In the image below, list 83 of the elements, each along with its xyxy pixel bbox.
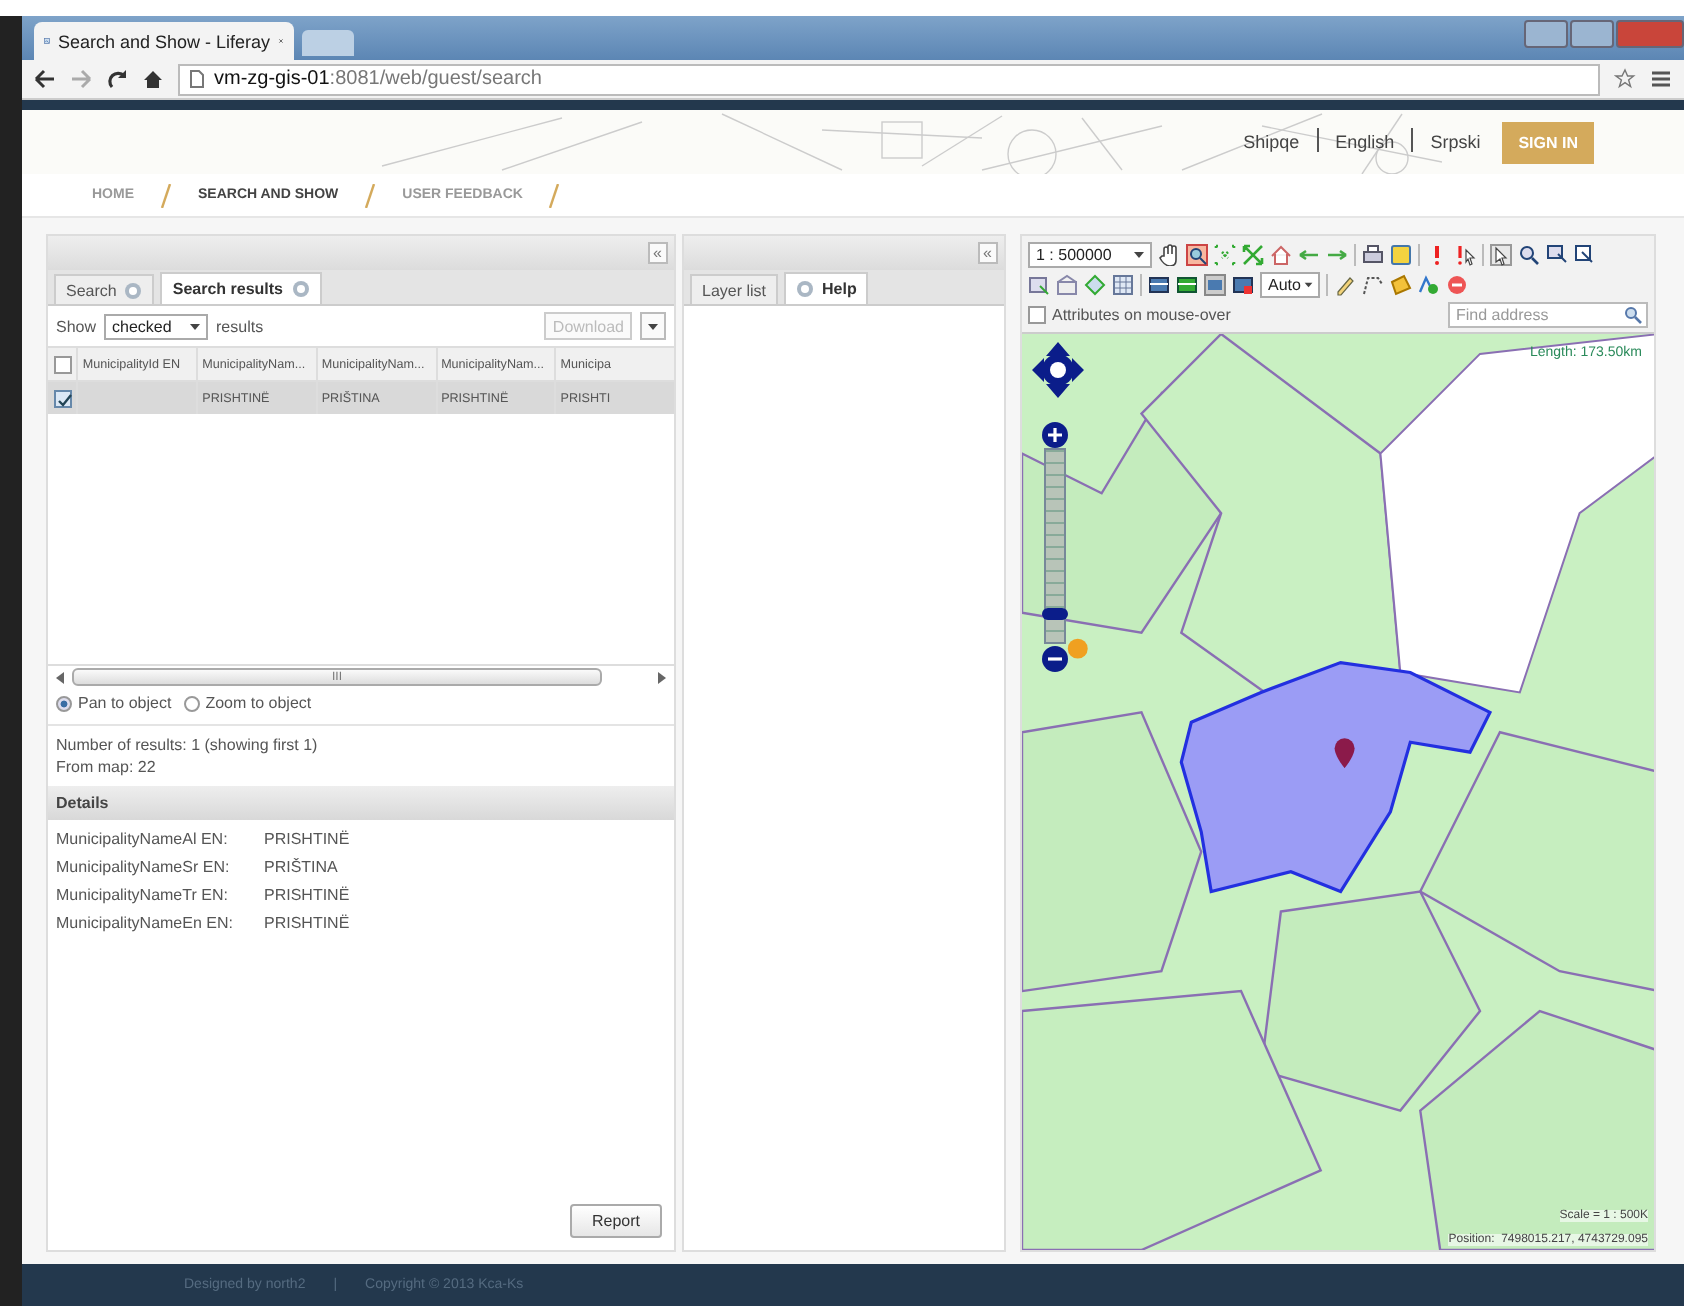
collapse-button[interactable]: « (977, 242, 998, 264)
url-text: vm-zg-gis-01:8081/web/guest/search (214, 68, 542, 90)
window-cursor-icon[interactable] (1546, 243, 1568, 265)
search-icon[interactable] (1624, 305, 1642, 323)
show-label: Show (56, 317, 97, 335)
grid-icon[interactable] (1112, 273, 1134, 295)
field-value: PRIŠTINA (264, 858, 338, 876)
show-dropdown[interactable]: checked (104, 313, 209, 339)
summary-text: Number of results: 1 (showing first 1) (56, 736, 320, 754)
page-icon (188, 70, 206, 88)
details-header: Details (48, 786, 674, 820)
layer-stack-icon[interactable] (1232, 273, 1254, 295)
window-cursor-icon[interactable] (1574, 243, 1596, 265)
pencil-icon[interactable] (1334, 273, 1356, 295)
field-label: MunicipalityNameAl EN: (56, 830, 230, 848)
reload-icon[interactable] (106, 68, 128, 90)
slider-thumb[interactable] (1042, 607, 1068, 620)
summary-text: From map: 22 (56, 758, 158, 776)
layer-stack-icon[interactable] (1148, 273, 1170, 295)
collapse-button[interactable]: « (647, 242, 668, 264)
polygon-icon[interactable] (1390, 273, 1412, 295)
field-label: MunicipalityNameEn EN: (56, 914, 235, 932)
maximize-button[interactable] (1570, 20, 1614, 48)
minus-circle-icon[interactable] (1446, 273, 1468, 295)
help-icon (796, 280, 815, 298)
magnifier-icon[interactable] (1518, 243, 1540, 265)
address-field[interactable]: vm-zg-gis-01:8081/web/guest/search (178, 63, 1600, 95)
attributes-checkbox[interactable] (1028, 305, 1046, 323)
back-icon[interactable] (34, 68, 56, 90)
scale-dropdown[interactable]: 1 : 500000 (1028, 241, 1152, 267)
panel-tab[interactable]: Help (784, 272, 869, 304)
slash-icon (546, 183, 563, 207)
results-label: results (216, 317, 264, 335)
language-link[interactable]: Srpski (1430, 132, 1481, 152)
layer-stack-icon[interactable] (1176, 273, 1198, 295)
radio-option[interactable]: Zoom to object (183, 694, 312, 712)
dropdown-button[interactable] (640, 312, 666, 340)
four-arrows-icon[interactable] (1242, 243, 1264, 265)
magnifier-icon[interactable] (1186, 243, 1208, 265)
slash-icon (362, 183, 379, 207)
house-table-icon[interactable] (1056, 273, 1078, 295)
pointer-icon[interactable] (1490, 243, 1512, 265)
diamond-arrows-icon[interactable] (1084, 273, 1106, 295)
find-address-field[interactable]: Find address (1448, 301, 1648, 327)
select-all-checkbox[interactable] (53, 355, 72, 373)
row-checkbox[interactable] (53, 389, 72, 407)
field-value: PRISHTINË (264, 886, 350, 904)
radio-option[interactable]: Pan to object (56, 694, 172, 712)
tab-title: Search and Show - Liferay (57, 31, 271, 51)
checkbox-label: Attributes on mouse-over (1052, 305, 1231, 323)
help-icon (291, 280, 309, 298)
polyline-icon[interactable] (1362, 273, 1384, 295)
panel-tab[interactable]: Layer list (690, 274, 779, 304)
auto-dropdown[interactable]: Auto (1260, 271, 1320, 297)
field-value: PRISHTINË (264, 830, 350, 848)
browser-tab[interactable]: Search and Show - Liferay (34, 22, 294, 60)
star-icon[interactable] (1614, 68, 1636, 90)
help-icon (124, 281, 143, 299)
home-icon[interactable] (142, 68, 164, 90)
panel-tab[interactable]: Search (54, 274, 155, 304)
field-label: MunicipalityNameTr EN: (56, 886, 230, 904)
dotted-arrows-icon[interactable] (1214, 243, 1236, 265)
zoom-in-icon[interactable] (1042, 422, 1068, 448)
report-button[interactable]: Report (569, 1204, 662, 1238)
field-value: PRISHTINË (264, 914, 350, 932)
shapes-icon[interactable] (1418, 273, 1440, 295)
printer-icon[interactable] (1362, 243, 1384, 265)
scroll-left-icon[interactable] (54, 671, 66, 683)
field-label: MunicipalityNameSr EN: (56, 858, 232, 876)
menu-icon[interactable] (1650, 68, 1672, 90)
exclamation-pointer-icon[interactable] (1454, 243, 1476, 265)
hand-icon[interactable] (1158, 243, 1180, 265)
minimize-button[interactable] (1524, 20, 1568, 48)
panel-tab[interactable]: Search results (160, 272, 321, 304)
zoom-slider[interactable] (1044, 448, 1066, 644)
note-icon[interactable] (1390, 243, 1412, 265)
slash-icon (158, 183, 174, 207)
language-link[interactable]: English (1335, 132, 1395, 152)
scroll-right-icon[interactable] (656, 671, 668, 683)
zoom-out-icon[interactable] (1042, 646, 1068, 672)
pan-control-icon[interactable] (1032, 342, 1084, 398)
checkmark-icon (55, 391, 74, 409)
language-link[interactable]: Shipqe (1243, 132, 1300, 152)
